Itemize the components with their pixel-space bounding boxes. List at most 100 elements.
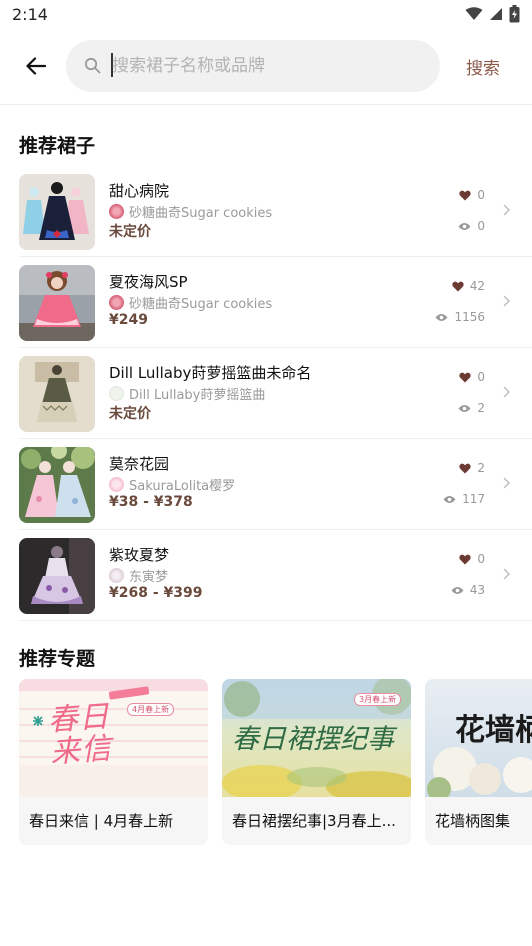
brand-logo xyxy=(109,204,124,219)
price: ¥38 - ¥378 xyxy=(109,494,193,510)
heart-icon xyxy=(452,281,464,291)
heart-icon xyxy=(459,190,472,200)
topic-title: 春日来信 | 4月春上新 xyxy=(29,812,174,830)
like-count: 42 xyxy=(452,279,485,293)
list-item[interactable]: Dill Lullaby莳萝摇篮曲未命名 Dill Lullaby莳萝摇篮曲 未… xyxy=(0,348,532,439)
brand-name: Dill Lullaby莳萝摇篮曲 xyxy=(129,388,266,403)
section-title-dresses: 推荐裙子 xyxy=(19,135,96,157)
chevron-right-icon xyxy=(503,477,510,489)
view-count: 2 xyxy=(458,401,485,415)
like-count-value: 2 xyxy=(477,461,485,475)
dress-name: 甜心病院 xyxy=(109,182,170,200)
brand-logo xyxy=(109,477,124,492)
eye-icon xyxy=(458,222,471,230)
topic-card[interactable]: 春日裙摆纪事 3月春上新 春日裙摆纪事|3月春上... xyxy=(222,679,411,845)
wifi-icon xyxy=(465,7,483,20)
dress-thumbnail xyxy=(19,356,95,432)
price: ¥268 - ¥399 xyxy=(109,585,203,601)
brand-logo xyxy=(109,386,124,401)
topic-cover-tag: 3月春上新 xyxy=(354,693,402,706)
topic-cover-text: 春日来信 xyxy=(46,699,114,771)
topic-carousel[interactable]: 春日来信 4月春上新 春日来信 | 4月春上新 春日裙摆纪事 3月春上新 春日裙… xyxy=(19,679,532,849)
topic-cover: 春日裙摆纪事 3月春上新 xyxy=(222,679,411,797)
search-field[interactable] xyxy=(66,40,440,92)
heart-icon xyxy=(459,372,472,382)
eye-icon xyxy=(451,586,464,594)
divider xyxy=(0,104,532,105)
list-item[interactable]: 夏夜海风SP 砂糖曲奇Sugar cookies ¥249 42 1156 xyxy=(0,257,532,348)
view-count-value: 117 xyxy=(462,492,485,506)
eye-icon xyxy=(458,404,471,412)
like-count: 0 xyxy=(459,188,485,202)
price: ¥249 xyxy=(109,312,148,328)
dress-thumbnail xyxy=(19,538,95,614)
search-icon xyxy=(84,57,101,74)
topic-card[interactable]: 花墙柄 花墙柄图集 xyxy=(425,679,532,845)
battery-icon xyxy=(509,5,520,23)
dress-name: 紫玫夏梦 xyxy=(109,546,170,564)
brand: 砂糖曲奇Sugar cookies xyxy=(109,293,272,312)
chevron-right-icon xyxy=(503,386,510,398)
price: 未定价 xyxy=(109,406,151,422)
view-count-value: 43 xyxy=(469,583,485,597)
price: 未定价 xyxy=(109,224,151,240)
back-button[interactable] xyxy=(20,52,52,80)
eye-icon xyxy=(435,313,448,321)
brand-name: 东寅梦 xyxy=(129,570,169,585)
eye-icon xyxy=(443,495,456,503)
topic-cover-tag: 4月春上新 xyxy=(127,703,175,716)
like-count: 0 xyxy=(459,552,485,566)
list-item[interactable]: 甜心病院 砂糖曲奇Sugar cookies 未定价 0 0 xyxy=(0,166,532,257)
topic-title: 春日裙摆纪事|3月春上... xyxy=(232,812,396,830)
view-count: 0 xyxy=(458,219,485,233)
status-icons xyxy=(465,5,520,23)
dress-name: Dill Lullaby莳萝摇篮曲未命名 xyxy=(109,364,312,382)
chevron-right-icon xyxy=(503,204,510,216)
list-item[interactable]: 莫奈花园 SakuraLolita樱罗 ¥38 - ¥378 2 117 xyxy=(0,439,532,530)
topic-cover-text: 春日裙摆纪事 xyxy=(232,724,394,755)
view-count-value: 2 xyxy=(477,401,485,415)
dress-name: 莫奈花园 xyxy=(109,455,170,473)
topic-card[interactable]: 春日来信 4月春上新 春日来信 | 4月春上新 xyxy=(19,679,208,845)
topic-cover: 花墙柄 xyxy=(425,679,532,797)
brand: 东寅梦 xyxy=(109,566,168,585)
dress-name: 夏夜海风SP xyxy=(109,273,188,291)
search-bar: 搜索 xyxy=(0,40,532,92)
search-input[interactable] xyxy=(112,40,422,92)
brand-name: 砂糖曲奇Sugar cookies xyxy=(129,206,273,221)
row-divider xyxy=(19,620,532,621)
view-count: 1156 xyxy=(435,310,485,324)
view-count: 43 xyxy=(451,583,485,597)
chevron-right-icon xyxy=(503,295,510,307)
dress-thumbnail xyxy=(19,447,95,523)
list-item[interactable]: 紫玫夏梦 东寅梦 ¥268 - ¥399 0 43 xyxy=(0,530,532,621)
brand-name: 砂糖曲奇Sugar cookies xyxy=(129,297,273,312)
arrow-left-icon xyxy=(26,57,46,75)
dress-thumbnail xyxy=(19,174,95,250)
view-count-value: 0 xyxy=(477,219,485,233)
heart-icon xyxy=(459,554,472,564)
brand: SakuraLolita樱罗 xyxy=(109,475,235,494)
brand: 砂糖曲奇Sugar cookies xyxy=(109,202,272,221)
like-count: 0 xyxy=(459,370,485,384)
topic-title: 花墙柄图集 xyxy=(435,812,511,830)
view-count: 117 xyxy=(443,492,485,506)
topic-cover-text: 花墙柄 xyxy=(455,713,532,748)
section-title-topics: 推荐专题 xyxy=(19,648,96,670)
like-count: 2 xyxy=(459,461,485,475)
search-button[interactable]: 搜索 xyxy=(466,54,500,79)
view-count-value: 1156 xyxy=(454,310,485,324)
like-count-value: 0 xyxy=(477,552,485,566)
dress-thumbnail xyxy=(19,265,95,341)
like-count-value: 0 xyxy=(477,370,485,384)
signal-icon xyxy=(490,8,502,20)
brand: Dill Lullaby莳萝摇篮曲 xyxy=(109,384,265,403)
like-count-value: 42 xyxy=(469,279,485,293)
brand-logo xyxy=(109,568,124,583)
chevron-right-icon xyxy=(503,568,510,580)
status-time: 2:14 xyxy=(12,5,48,24)
brand-name: SakuraLolita樱罗 xyxy=(129,479,236,494)
status-bar: 2:14 xyxy=(0,0,532,30)
brand-logo xyxy=(109,295,124,310)
heart-icon xyxy=(459,463,472,473)
